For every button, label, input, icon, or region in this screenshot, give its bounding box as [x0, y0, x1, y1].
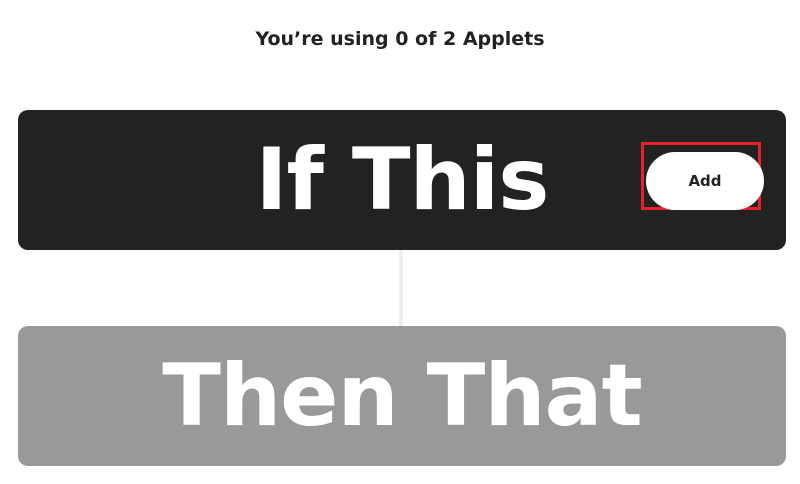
connector-line — [399, 250, 403, 326]
if-this-block: If This Add — [18, 110, 786, 250]
then-that-title: Then That — [162, 346, 642, 446]
add-trigger-button[interactable]: Add — [646, 152, 764, 210]
then-that-block: Then That — [18, 326, 786, 466]
applet-builder-page: You’re using 0 of 2 Applets If This Add … — [0, 0, 800, 484]
applet-usage-text: You’re using 0 of 2 Applets — [255, 28, 545, 50]
